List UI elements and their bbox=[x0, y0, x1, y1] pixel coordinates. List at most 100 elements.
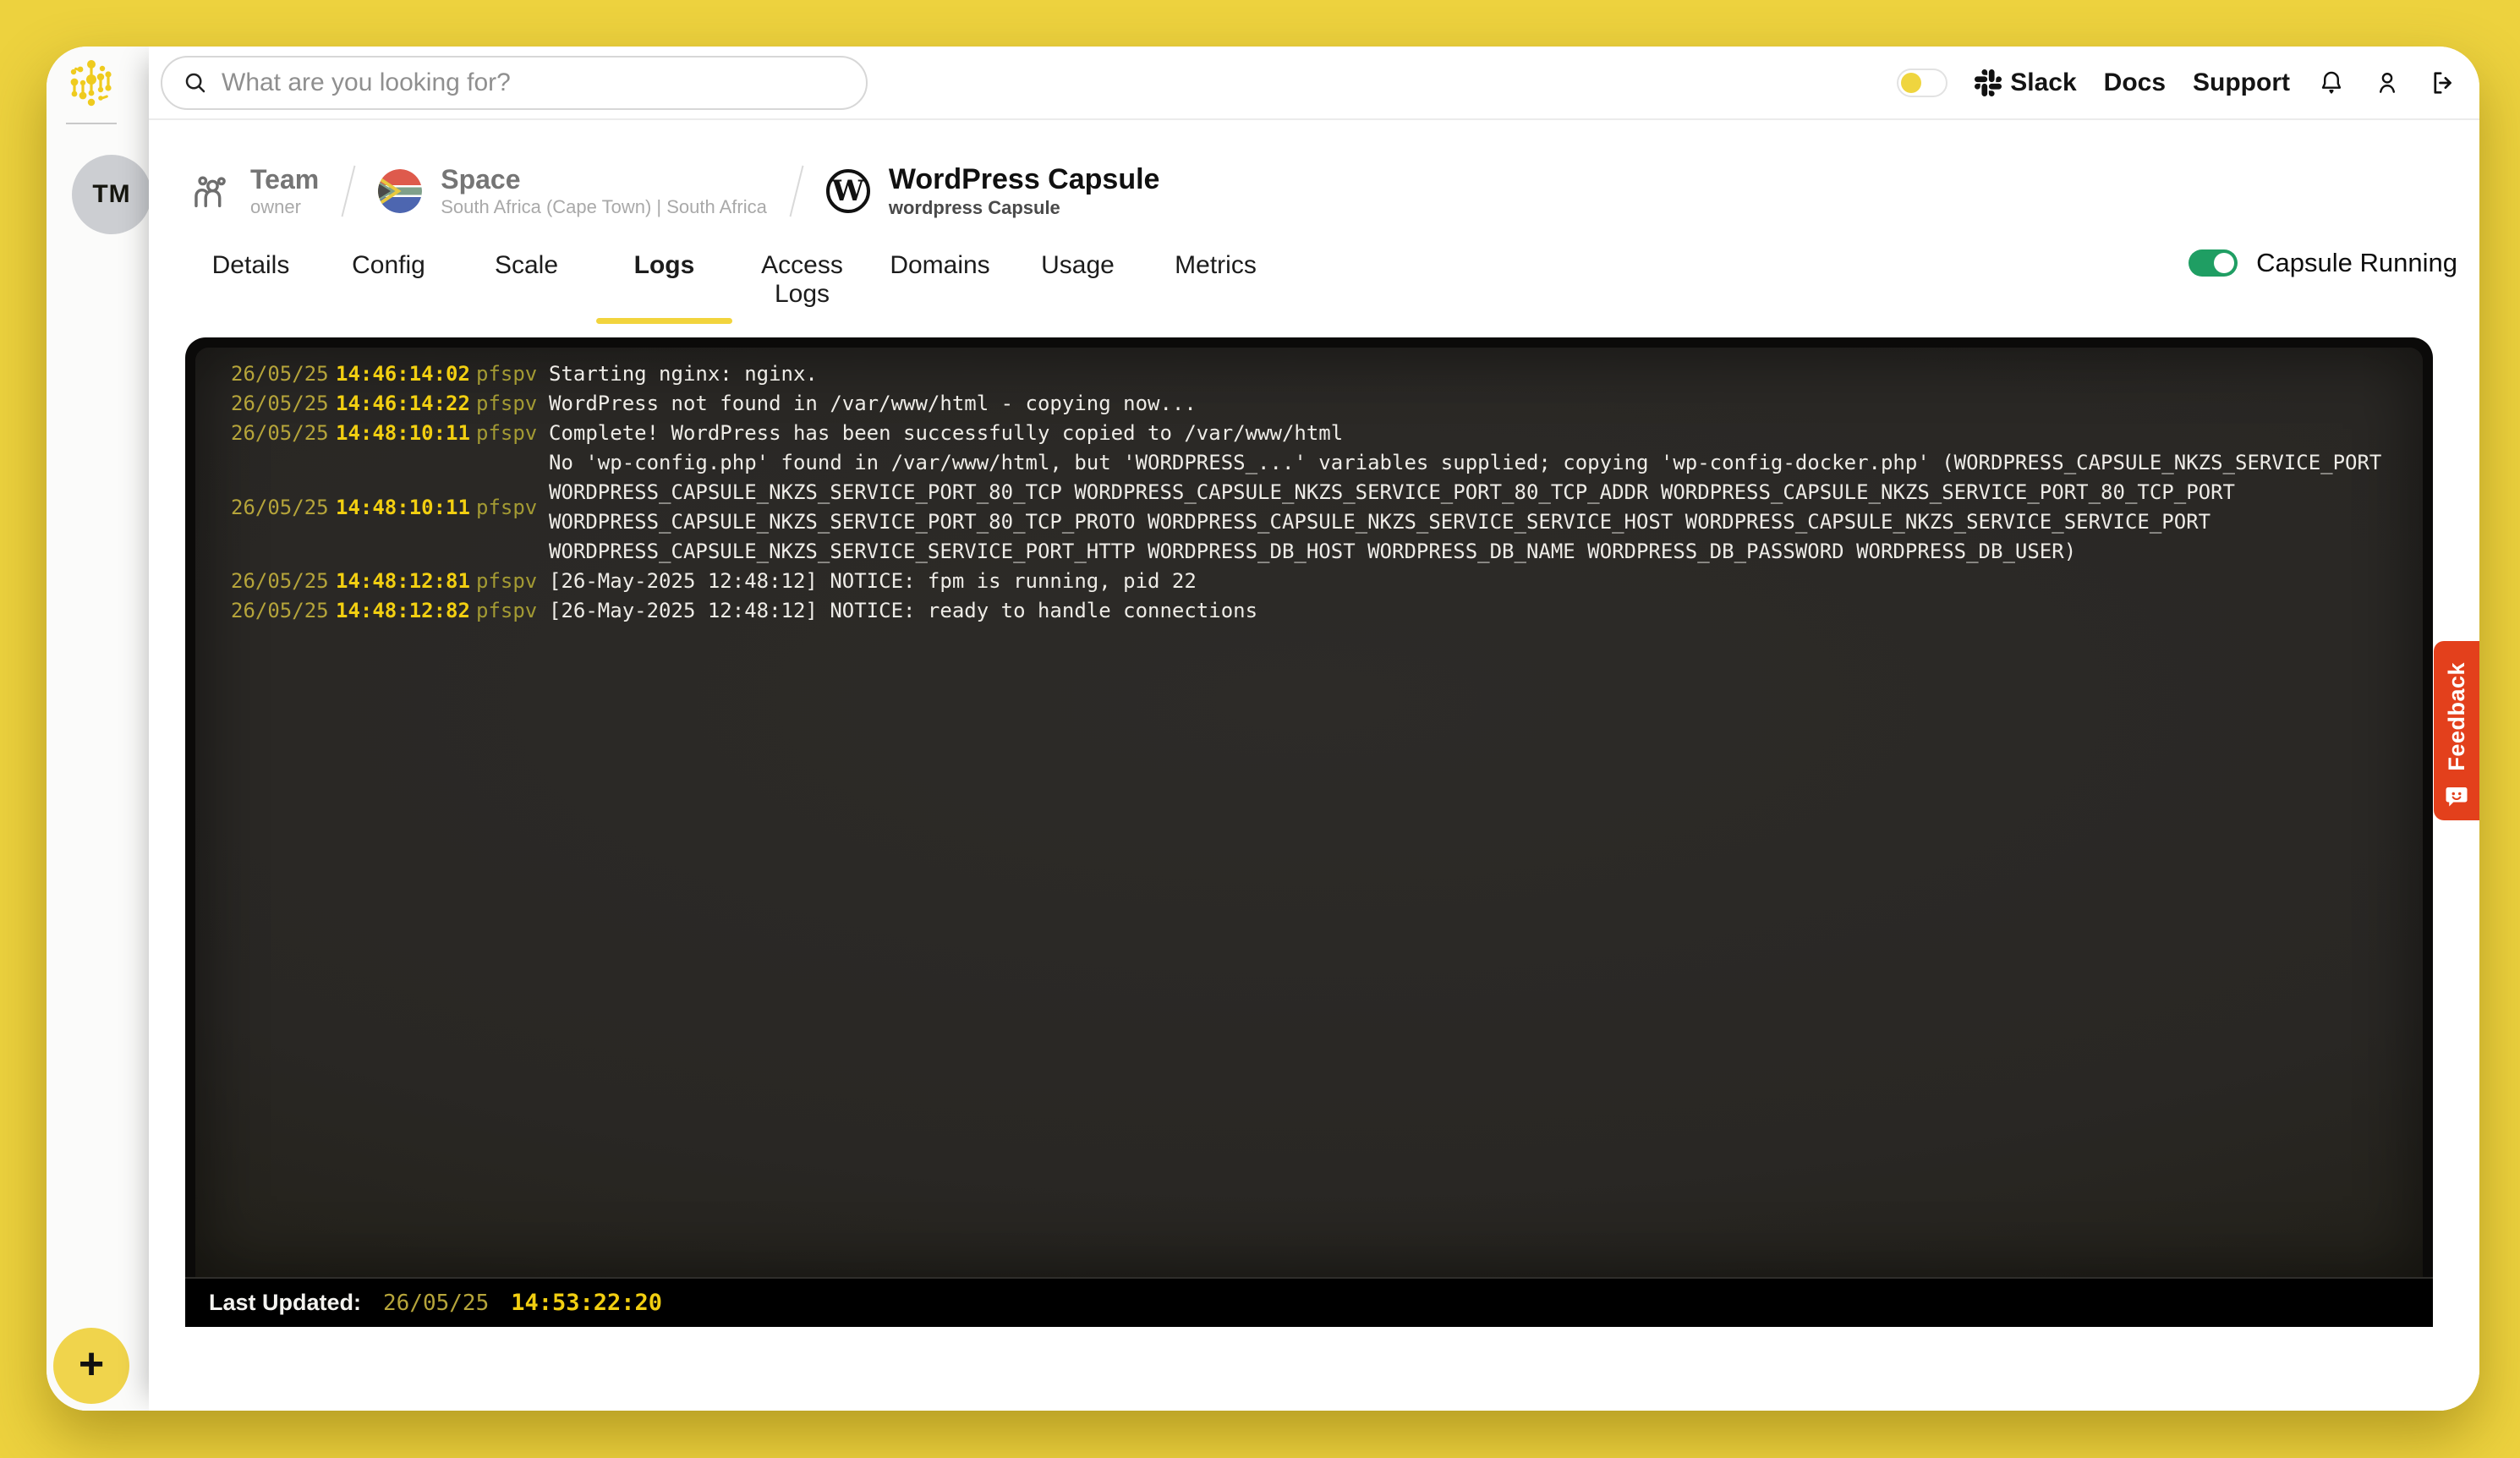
log-row: 26/05/2514:48:12:82pfspv[26-May-2025 12:… bbox=[231, 596, 2397, 626]
theme-toggle-knob bbox=[1901, 73, 1921, 93]
user-icon bbox=[2373, 69, 2402, 97]
log-entries[interactable]: 26/05/2514:46:14:02pfspvStarting nginx: … bbox=[195, 348, 2423, 1277]
log-line: WordPress not found in /var/www/html - c… bbox=[549, 389, 2397, 419]
log-message: Starting nginx: nginx. bbox=[549, 359, 2397, 389]
sidebar-divider bbox=[66, 123, 117, 124]
crumb-title: Team bbox=[250, 166, 319, 193]
log-terminal: 26/05/2514:46:14:02pfspvStarting nginx: … bbox=[185, 337, 2433, 1327]
log-date: 26/05/25 bbox=[231, 359, 336, 389]
tab-label: Domains bbox=[890, 251, 989, 279]
tabs: Details Config Scale Logs Access Logs Domains… bbox=[182, 248, 1285, 309]
toggle-knob bbox=[2214, 253, 2234, 273]
log-pod: pfspv bbox=[476, 596, 549, 626]
content-panel: Slack Docs Support bbox=[149, 47, 2479, 1411]
log-time: 14:48:12:81 bbox=[336, 567, 476, 596]
log-line: No 'wp-config.php' found in /var/www/htm… bbox=[549, 448, 2397, 478]
feedback-smiley-icon bbox=[2444, 783, 2469, 808]
header-actions: Slack Docs Support bbox=[1897, 69, 2457, 97]
tab-scale[interactable]: Scale bbox=[457, 248, 595, 309]
breadcrumb-capsule[interactable]: W WordPress Capsule wordpress Capsule bbox=[826, 165, 1160, 217]
theme-toggle[interactable] bbox=[1897, 69, 1948, 97]
support-label: Support bbox=[2193, 69, 2290, 97]
account-button[interactable] bbox=[2373, 69, 2402, 97]
tab-logs[interactable]: Logs bbox=[595, 248, 733, 309]
sidebar: TM + bbox=[47, 47, 149, 1411]
tab-config[interactable]: Config bbox=[320, 248, 457, 309]
log-date: 26/05/25 bbox=[231, 389, 336, 419]
breadcrumb-separator bbox=[342, 166, 356, 217]
bell-icon bbox=[2317, 69, 2346, 97]
avatar-initials: TM bbox=[92, 180, 130, 209]
crumb-subtitle: owner bbox=[250, 198, 319, 217]
log-pod: pfspv bbox=[476, 493, 549, 523]
tab-details[interactable]: Details bbox=[182, 248, 320, 309]
log-date: 26/05/25 bbox=[231, 493, 336, 523]
tab-label: Scale bbox=[495, 251, 558, 279]
log-footer: Last Updated: 26/05/25 14:53:22:20 bbox=[185, 1277, 2433, 1327]
log-time: 14:46:14:22 bbox=[336, 389, 476, 419]
tab-domains[interactable]: Domains bbox=[871, 248, 1009, 309]
feedback-label: Feedback bbox=[2444, 662, 2470, 771]
breadcrumb-team[interactable]: Team owner bbox=[188, 166, 319, 217]
log-line: WORDPRESS_CAPSULE_NKZS_SERVICE_SERVICE_P… bbox=[549, 537, 2397, 567]
log-line: Complete! WordPress has been successfull… bbox=[549, 419, 2397, 448]
breadcrumb-space[interactable]: Space South Africa (Cape Town) | South A… bbox=[378, 166, 767, 217]
tab-label: Details bbox=[212, 251, 290, 279]
log-pod: pfspv bbox=[476, 359, 549, 389]
log-line: WORDPRESS_CAPSULE_NKZS_SERVICE_PORT_80_T… bbox=[549, 507, 2397, 537]
last-updated-time: 14:53:22:20 bbox=[511, 1290, 662, 1316]
log-date: 26/05/25 bbox=[231, 567, 336, 596]
tab-label: Logs bbox=[634, 251, 695, 279]
capsule-running-label: Capsule Running bbox=[2256, 248, 2457, 278]
log-line: WORDPRESS_CAPSULE_NKZS_SERVICE_PORT_80_T… bbox=[549, 478, 2397, 507]
main-card: TM + Slack bbox=[47, 47, 2479, 1411]
tab-access-logs[interactable]: Access Logs bbox=[733, 248, 871, 309]
log-line: [26-May-2025 12:48:12] NOTICE: fpm is ru… bbox=[549, 567, 2397, 596]
add-button[interactable]: + bbox=[53, 1328, 129, 1404]
tab-label: Access Logs bbox=[761, 251, 843, 308]
tab-usage[interactable]: Usage bbox=[1009, 248, 1147, 309]
crumb-title: Space bbox=[441, 166, 767, 193]
breadcrumb: Team owner bbox=[188, 165, 2479, 217]
log-row: 26/05/2514:48:10:11pfspvNo 'wp-config.ph… bbox=[231, 448, 2397, 567]
search-icon bbox=[183, 70, 208, 96]
log-message: [26-May-2025 12:48:12] NOTICE: fpm is ru… bbox=[549, 567, 2397, 596]
south-africa-flag-icon bbox=[378, 169, 422, 213]
logout-button[interactable] bbox=[2429, 69, 2457, 97]
log-message: [26-May-2025 12:48:12] NOTICE: ready to … bbox=[549, 596, 2397, 626]
team-icon bbox=[188, 169, 232, 213]
slack-link[interactable]: Slack bbox=[1975, 69, 2076, 97]
logout-icon bbox=[2429, 69, 2457, 97]
search-input[interactable] bbox=[220, 68, 846, 98]
last-updated-date: 26/05/25 bbox=[383, 1291, 489, 1316]
log-row: 26/05/2514:46:14:02pfspvStarting nginx: … bbox=[231, 359, 2397, 389]
capsule-running-toggle[interactable] bbox=[2189, 249, 2238, 277]
log-row: 26/05/2514:48:12:81pfspv[26-May-2025 12:… bbox=[231, 567, 2397, 596]
last-updated-label: Last Updated: bbox=[209, 1290, 361, 1316]
support-link[interactable]: Support bbox=[2193, 69, 2290, 97]
tab-metrics[interactable]: Metrics bbox=[1147, 248, 1285, 309]
log-time: 14:48:10:11 bbox=[336, 419, 476, 448]
tab-bar: DetailsConfigScaleLogsAccess LogsDomains… bbox=[182, 248, 2479, 299]
docs-link[interactable]: Docs bbox=[2104, 69, 2166, 97]
slack-label: Slack bbox=[2010, 69, 2076, 97]
notifications-button[interactable] bbox=[2317, 69, 2346, 97]
active-tab-underline bbox=[596, 318, 732, 324]
log-date: 26/05/25 bbox=[231, 596, 336, 626]
log-message: WordPress not found in /var/www/html - c… bbox=[549, 389, 2397, 419]
search-bar[interactable] bbox=[161, 56, 868, 110]
log-row: 26/05/2514:48:10:11pfspvComplete! WordPr… bbox=[231, 419, 2397, 448]
log-line: Starting nginx: nginx. bbox=[549, 359, 2397, 389]
team-avatar[interactable]: TM bbox=[72, 155, 151, 234]
log-row: 26/05/2514:46:14:22pfspvWordPress not fo… bbox=[231, 389, 2397, 419]
tab-label: Config bbox=[352, 251, 425, 279]
app-logo-icon[interactable] bbox=[66, 58, 117, 108]
log-message: Complete! WordPress has been successfull… bbox=[549, 419, 2397, 448]
feedback-button[interactable]: Feedback bbox=[2434, 641, 2479, 820]
crumb-subtitle: wordpress Capsule bbox=[889, 199, 1160, 217]
log-line: [26-May-2025 12:48:12] NOTICE: ready to … bbox=[549, 596, 2397, 626]
log-time: 14:48:10:11 bbox=[336, 493, 476, 523]
log-pod: pfspv bbox=[476, 567, 549, 596]
slack-icon bbox=[1975, 69, 2002, 96]
top-bar: Slack Docs Support bbox=[149, 47, 2479, 120]
